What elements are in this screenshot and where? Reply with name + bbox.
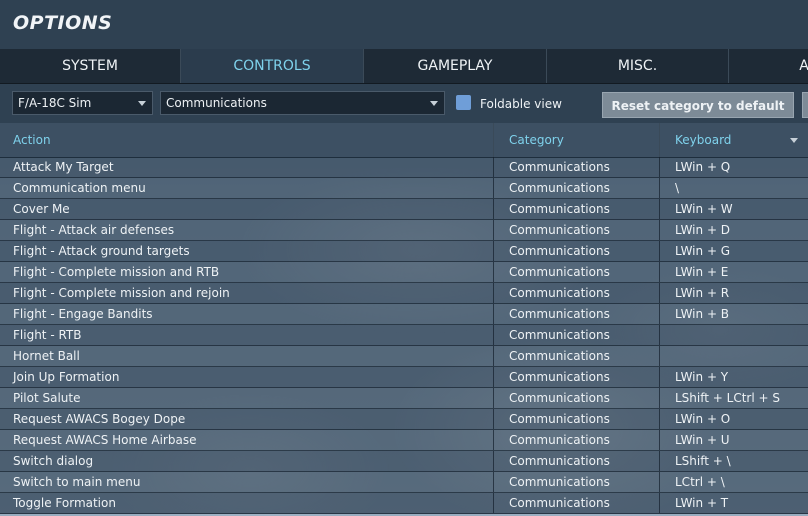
action-cell: Request AWACS Bogey Dope	[13, 412, 186, 426]
keyboard-binding-cell[interactable]: LCtrl + \	[659, 472, 808, 492]
category-cell: Communications	[493, 283, 659, 303]
table-row[interactable]: Switch to main menu Communications LCtrl +…	[0, 472, 808, 493]
action-cell: Request AWACS Home Airbase	[13, 433, 197, 447]
action-cell: Hornet Ball	[13, 349, 80, 363]
aircraft-select[interactable]: F/A-18C Sim	[12, 91, 153, 115]
action-cell: Flight - Attack air defenses	[13, 223, 175, 237]
keyboard-binding-cell[interactable]: LWin + U	[659, 430, 808, 450]
keyboard-binding-cell[interactable]: LWin + E	[659, 262, 808, 282]
reset-category-button[interactable]: Reset category to default	[602, 92, 794, 118]
tab-audio[interactable]: A	[729, 49, 808, 83]
action-cell: Communication menu	[13, 181, 146, 195]
keyboard-binding-cell[interactable]: LShift + \	[659, 451, 808, 471]
tab-controls[interactable]: CONTROLS	[181, 49, 364, 83]
foldable-view-checkbox[interactable]	[456, 95, 471, 110]
category-cell: Communications	[493, 493, 659, 513]
keyboard-binding-cell[interactable]: LWin + Q	[659, 157, 808, 177]
table-row[interactable]: Toggle Formation Communications LWin + T	[0, 493, 808, 514]
aircraft-select-value: F/A-18C Sim	[18, 96, 92, 110]
category-cell: Communications	[493, 451, 659, 471]
action-cell: Pilot Salute	[13, 391, 81, 405]
tab-system[interactable]: SYSTEM	[0, 49, 181, 83]
keyboard-binding-cell[interactable]: LWin + R	[659, 283, 808, 303]
category-cell: Communications	[493, 367, 659, 387]
category-cell: Communications	[493, 262, 659, 282]
action-cell: Flight - Attack ground targets	[13, 244, 190, 258]
keyboard-binding-cell[interactable]	[659, 346, 808, 366]
filter-bar: F/A-18C Sim Communications Foldable view…	[0, 84, 808, 123]
action-cell: Switch to main menu	[13, 475, 141, 489]
table-row[interactable]: Flight - RTB Communications	[0, 325, 808, 346]
chevron-down-icon	[430, 101, 438, 106]
keyboard-binding-cell[interactable]: LWin + O	[659, 409, 808, 429]
tab-bar: SYSTEM CONTROLS GAMEPLAY MISC. A	[0, 49, 808, 84]
category-cell: Communications	[493, 178, 659, 198]
title-bar: OPTIONS	[0, 0, 808, 50]
table-row[interactable]: Flight - Attack air defenses Communicatio…	[0, 220, 808, 241]
category-cell: Communications	[493, 157, 659, 177]
action-cell: Flight - Complete mission and rejoin	[13, 286, 230, 300]
action-cell: Flight - Engage Bandits	[13, 307, 153, 321]
table-header: Action Category Keyboard	[0, 123, 808, 158]
category-cell: Communications	[493, 409, 659, 429]
category-cell: Communications	[493, 472, 659, 492]
chevron-down-icon	[138, 101, 146, 106]
column-header-category[interactable]: Category	[493, 123, 659, 157]
table-row[interactable]: Flight - Complete mission and rejoin Comm…	[0, 283, 808, 304]
action-cell: Cover Me	[13, 202, 70, 216]
bindings-table: Action Category Keyboard Attack My Targe…	[0, 123, 808, 516]
table-row[interactable]: Switch dialog Communications LShift + \	[0, 451, 808, 472]
tab-gameplay[interactable]: GAMEPLAY	[364, 49, 547, 83]
column-header-action[interactable]: Action	[0, 123, 493, 157]
category-cell: Communications	[493, 346, 659, 366]
category-cell: Communications	[493, 220, 659, 240]
table-row[interactable]: Pilot Salute Communications LShift + LCtrl…	[0, 388, 808, 409]
category-cell: Communications	[493, 304, 659, 324]
next-button-partial[interactable]	[802, 92, 808, 118]
keyboard-binding-cell[interactable]: LShift + LCtrl + S	[659, 388, 808, 408]
keyboard-binding-cell[interactable]: LWin + B	[659, 304, 808, 324]
foldable-view-label: Foldable view	[480, 97, 562, 111]
table-row[interactable]: Request AWACS Home Airbase Communications…	[0, 430, 808, 451]
table-row[interactable]: Flight - Attack ground targets Communicat…	[0, 241, 808, 262]
table-row[interactable]: Communication menu Communications \	[0, 178, 808, 199]
table-row[interactable]: Flight - Complete mission and RTB Communi…	[0, 262, 808, 283]
keyboard-binding-cell[interactable]: \	[659, 178, 808, 198]
keyboard-binding-cell[interactable]	[659, 325, 808, 345]
table-row[interactable]: Flight - Engage Bandits Communications LWi…	[0, 304, 808, 325]
table-body: Attack My Target Communications LWin + Q Co…	[0, 157, 808, 514]
action-cell: Toggle Formation	[13, 496, 116, 510]
keyboard-binding-cell[interactable]: LWin + G	[659, 241, 808, 261]
category-cell: Communications	[493, 388, 659, 408]
category-cell: Communications	[493, 430, 659, 450]
action-cell: Attack My Target	[13, 160, 114, 174]
category-select[interactable]: Communications	[160, 91, 445, 115]
column-header-keyboard-label: Keyboard	[675, 133, 732, 147]
action-cell: Join Up Formation	[13, 370, 120, 384]
table-row[interactable]: Cover Me Communications LWin + W	[0, 199, 808, 220]
window-title: OPTIONS	[13, 12, 113, 34]
category-cell: Communications	[493, 241, 659, 261]
chevron-down-icon[interactable]	[790, 138, 798, 143]
action-cell: Flight - Complete mission and RTB	[13, 265, 220, 279]
table-row[interactable]: Join Up Formation Communications LWin + Y	[0, 367, 808, 388]
action-cell: Flight - RTB	[13, 328, 82, 342]
keyboard-binding-cell[interactable]: LWin + Y	[659, 367, 808, 387]
keyboard-binding-cell[interactable]: LWin + T	[659, 493, 808, 513]
category-cell: Communications	[493, 325, 659, 345]
column-header-keyboard[interactable]: Keyboard	[659, 123, 808, 157]
category-select-value: Communications	[166, 96, 267, 110]
action-cell: Switch dialog	[13, 454, 94, 468]
table-row[interactable]: Hornet Ball Communications	[0, 346, 808, 367]
table-row[interactable]: Request AWACS Bogey Dope Communications LW…	[0, 409, 808, 430]
keyboard-binding-cell[interactable]: LWin + D	[659, 220, 808, 240]
category-cell: Communications	[493, 199, 659, 219]
table-row[interactable]: Attack My Target Communications LWin + Q	[0, 157, 808, 178]
tab-misc[interactable]: MISC.	[547, 49, 729, 83]
keyboard-binding-cell[interactable]: LWin + W	[659, 199, 808, 219]
